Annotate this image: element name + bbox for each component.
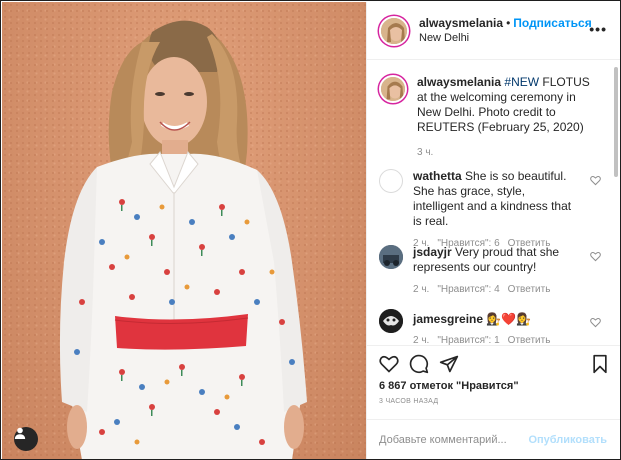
- comment-like-icon[interactable]: [590, 317, 601, 328]
- avatar-photo: [381, 77, 405, 101]
- action-icons: [377, 354, 609, 378]
- caption-row: alwaysmelania #NEW FLOTUS at the welcomi…: [379, 75, 607, 159]
- comment-body: jsdayjr Very proud that she represents o…: [413, 245, 578, 296]
- avatar-photo: [381, 17, 407, 44]
- post-header: alwaysmelania • Подписаться New Delhi •••: [367, 2, 620, 60]
- bookmark-icon[interactable]: [591, 354, 609, 374]
- avatar-photo: [379, 309, 403, 333]
- comment-icon[interactable]: [409, 354, 429, 374]
- comment-likes[interactable]: "Нравится": 1: [437, 335, 499, 345]
- commenter-username[interactable]: jsdayjr: [413, 245, 452, 259]
- commenter-username[interactable]: jamesgreine: [413, 312, 483, 326]
- post-dialog: alwaysmelania • Подписаться New Delhi •••: [0, 0, 621, 460]
- comment-row: jsdayjr Very proud that she represents o…: [379, 245, 607, 296]
- author-username[interactable]: alwaysmelania: [419, 16, 503, 30]
- follow-button[interactable]: Подписаться: [513, 16, 591, 30]
- share-icon[interactable]: [439, 354, 459, 374]
- post-location[interactable]: New Delhi: [419, 31, 592, 46]
- caption-username[interactable]: alwaysmelania: [417, 75, 501, 89]
- comments-list[interactable]: alwaysmelania #NEW FLOTUS at the welcomi…: [367, 61, 620, 345]
- comment-input[interactable]: Добавьте комментарий...: [379, 434, 507, 446]
- comment-like-icon[interactable]: [590, 251, 601, 262]
- publish-button[interactable]: Опубликовать: [528, 434, 607, 446]
- likes-count[interactable]: 6 867 отметок "Нравится": [379, 380, 519, 392]
- caption-avatar[interactable]: [379, 75, 407, 103]
- commenter-avatar[interactable]: [379, 245, 403, 269]
- header-text: alwaysmelania • Подписаться New Delhi: [419, 16, 592, 46]
- comment-like-icon[interactable]: [590, 175, 601, 186]
- person-icon: [14, 427, 26, 439]
- post-side-panel: alwaysmelania • Подписаться New Delhi •••: [366, 2, 620, 459]
- tagged-user-icon[interactable]: [14, 427, 38, 451]
- comment-row: wathetta She is so beautiful. She has gr…: [379, 169, 607, 250]
- caption-hashtag[interactable]: #NEW: [504, 75, 539, 89]
- photo-illustration: [59, 20, 307, 459]
- caption-time[interactable]: 3 ч.: [417, 147, 433, 158]
- separator-dot: •: [506, 15, 511, 30]
- commenter-avatar[interactable]: [379, 309, 403, 333]
- comment-body: jamesgreine 👩‍⚖️❤️👩‍⚖️ 2 ч. "Нравится": 1…: [413, 309, 578, 345]
- scrollbar[interactable]: [614, 67, 618, 177]
- reply-button[interactable]: Ответить: [508, 284, 551, 295]
- reply-button[interactable]: Ответить: [508, 335, 551, 345]
- post-time-ago[interactable]: 3 ЧАСОВ НАЗАД: [379, 398, 438, 405]
- post-photo[interactable]: [2, 2, 366, 459]
- comment-row: jamesgreine 👩‍⚖️❤️👩‍⚖️ 2 ч. "Нравится": 1…: [379, 309, 607, 345]
- comment-text: 👩‍⚖️❤️👩‍⚖️: [483, 312, 532, 326]
- author-avatar[interactable]: [379, 15, 409, 46]
- comment-body: wathetta She is so beautiful. She has gr…: [413, 169, 578, 250]
- comment-time[interactable]: 2 ч.: [413, 335, 429, 345]
- caption-body: alwaysmelania #NEW FLOTUS at the welcomi…: [417, 75, 597, 159]
- comment-likes[interactable]: "Нравится": 4: [437, 284, 499, 295]
- post-actions: 6 867 отметок "Нравится" 3 ЧАСОВ НАЗАД Д…: [367, 345, 620, 459]
- avatar-photo: [379, 245, 403, 269]
- commenter-avatar[interactable]: [379, 169, 403, 193]
- commenter-username[interactable]: wathetta: [413, 169, 462, 183]
- comment-time[interactable]: 2 ч.: [413, 284, 429, 295]
- more-options-icon[interactable]: •••: [589, 22, 607, 36]
- add-comment-bar: Добавьте комментарий... Опубликовать: [367, 419, 620, 459]
- heart-icon[interactable]: [379, 354, 399, 374]
